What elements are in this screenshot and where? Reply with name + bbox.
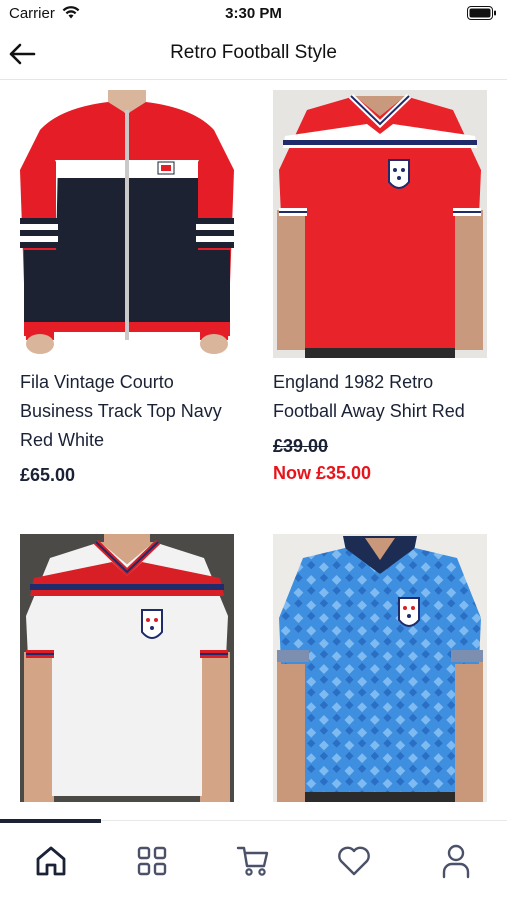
product-image[interactable] bbox=[20, 534, 234, 802]
user-icon bbox=[442, 844, 470, 879]
product-card[interactable] bbox=[20, 534, 248, 802]
blue-shirt-image bbox=[273, 534, 487, 802]
track-top-image bbox=[20, 90, 234, 358]
product-name[interactable]: Fila Vintage Courto Business Track Top N… bbox=[20, 368, 248, 455]
product-card[interactable]: England 1982 Retro Football Away Shirt R… bbox=[273, 90, 501, 484]
tab-wishlist[interactable] bbox=[334, 841, 374, 881]
page-title: Retro Football Style bbox=[170, 42, 337, 63]
product-name[interactable]: England 1982 Retro Football Away Shirt R… bbox=[273, 368, 501, 426]
product-card[interactable] bbox=[273, 534, 501, 802]
tab-categories[interactable] bbox=[132, 841, 172, 881]
clock: 3:30 PM bbox=[225, 5, 282, 22]
tab-account[interactable] bbox=[436, 841, 476, 881]
battery-icon bbox=[467, 6, 496, 20]
red-shirt-image bbox=[273, 90, 487, 358]
heart-icon bbox=[338, 846, 370, 876]
product-card[interactable]: Fila Vintage Courto Business Track Top N… bbox=[20, 90, 248, 486]
product-grid: Fila Vintage Courto Business Track Top N… bbox=[0, 80, 507, 820]
product-sale-price: Now £35.00 bbox=[273, 463, 372, 483]
cart-icon bbox=[236, 846, 269, 876]
tab-home[interactable] bbox=[31, 841, 71, 881]
product-image[interactable] bbox=[273, 534, 487, 802]
product-old-price: £39.00 bbox=[273, 436, 329, 456]
product-image[interactable] bbox=[273, 90, 487, 358]
product-image[interactable] bbox=[20, 90, 234, 358]
header: Retro Football Style bbox=[0, 28, 507, 80]
grid-icon bbox=[137, 846, 167, 876]
tab-cart[interactable] bbox=[233, 841, 273, 881]
white-shirt-image bbox=[20, 534, 234, 802]
active-tab-indicator bbox=[0, 819, 101, 823]
status-bar: Carrier 3:30 PM bbox=[0, 0, 507, 28]
product-price: £65.00 bbox=[20, 465, 76, 485]
home-icon bbox=[36, 846, 66, 876]
tab-bar bbox=[0, 819, 507, 900]
